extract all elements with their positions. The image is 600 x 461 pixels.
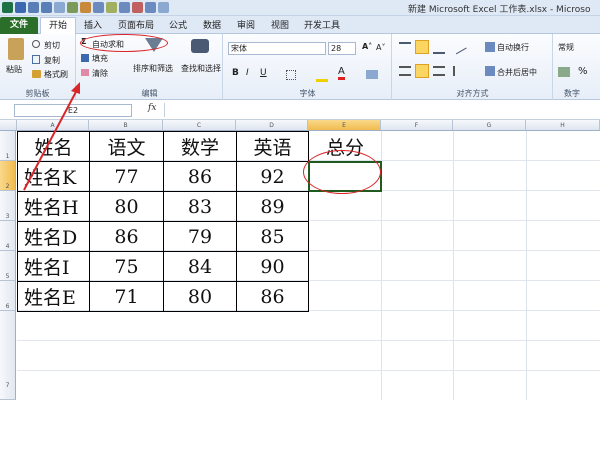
- arrow-line: [23, 87, 79, 191]
- arrow-head: [71, 82, 80, 94]
- arrow-annotation: [23, 82, 80, 191]
